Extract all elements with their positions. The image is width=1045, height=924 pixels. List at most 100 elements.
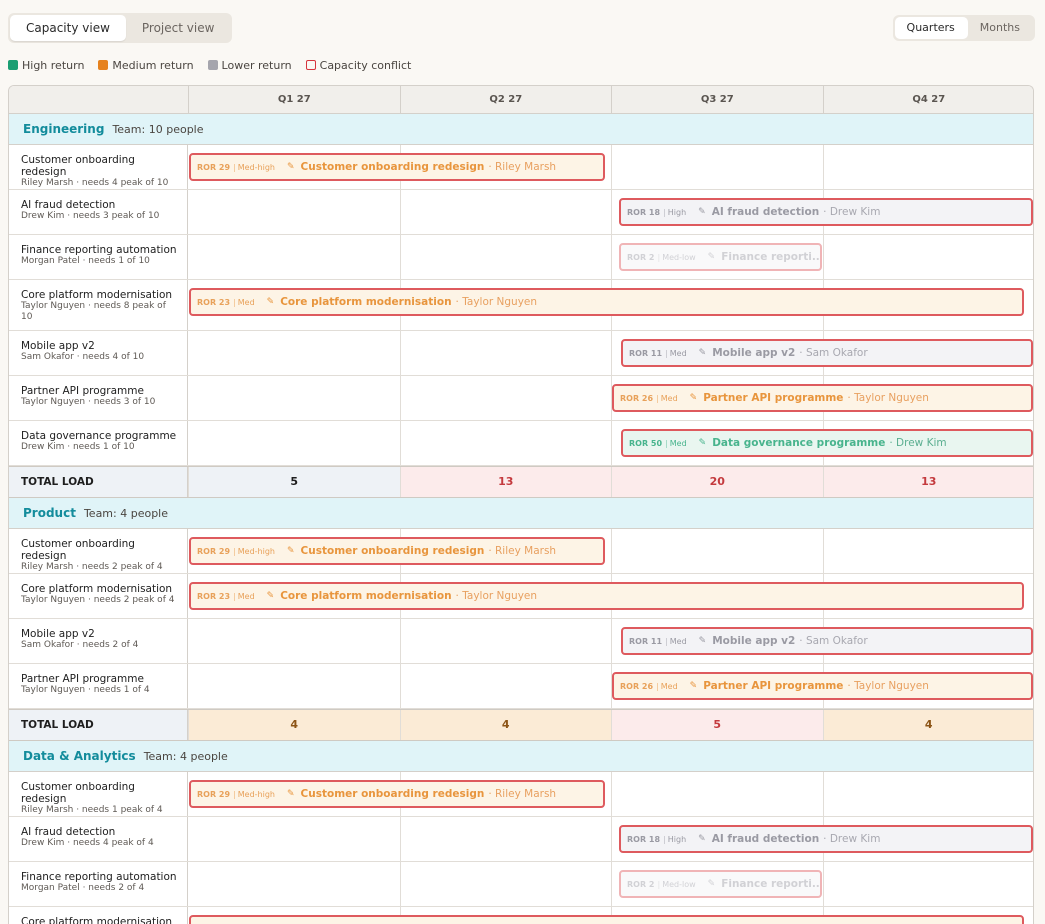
ror-value: ROR 11 [629,636,663,646]
project-bar[interactable]: ROR 23 | Med ✎ Core platform modernisation · … [189,582,1024,610]
separator: | [657,879,661,889]
pencil-icon[interactable]: ✎ [699,438,707,448]
project-bar[interactable]: ROR 11 | Med ✎ Mobile app v2 · Sam Okafor [621,627,1033,655]
bar-title: Customer onboarding redesign [300,161,485,173]
project-bar[interactable]: ROR 29 | Med-high ✎ Customer onboarding rede… [189,780,605,808]
toolbar: Capacity view Project view Quarters Mont… [8,13,1035,43]
pencil-icon[interactable]: ✎ [690,393,698,403]
cell-divider [611,421,612,465]
bar-title: Mobile app v2 [712,635,796,647]
table-row: Mobile app v2 Sam Okafor · needs 4 of 10 R… [9,331,1033,376]
row-label: AI fraud detection Drew Kim · needs 3 pea… [9,190,188,234]
scale-quarters-button[interactable]: Quarters [894,17,968,39]
separator: | [665,348,668,358]
project-subtitle: Taylor Nguyen · needs 8 peak of 10 [21,301,166,322]
project-subtitle: Morgan Patel · needs 2 of 4 [21,883,145,893]
project-bar[interactable]: ROR 2 | Med-low ✎ Finance reporti... [619,243,822,271]
project-bar[interactable]: ROR 18 | High ✎ AI fraud detection · Drew Kim [619,198,1033,226]
row-label: Finance reporting automation Morgan Patel… [9,862,188,906]
legend-label: Lower return [221,58,292,72]
project-bar[interactable]: ROR 11 | Med ✎ Mobile app v2 · Sam Okafor [621,339,1033,367]
pencil-icon[interactable]: ✎ [267,591,275,601]
separator: | [665,438,668,448]
project-subtitle: Taylor Nguyen · needs 3 of 10 [21,397,156,407]
project-bar[interactable]: ROR 26 | Med ✎ Partner API programme · Taylor… [612,384,1033,412]
pencil-icon[interactable]: ✎ [287,546,295,556]
project-bar[interactable]: ROR 26 | Med ✎ Partner API programme · Taylor… [612,672,1033,700]
cell-divider [611,190,612,234]
project-subtitle: Sam Okafor · needs 2 of 4 [21,640,139,650]
table-row: Customer onboarding redesign Riley Marsh … [9,772,1033,817]
project-subtitle: Drew Kim · needs 4 peak of 4 [21,838,154,848]
pencil-icon[interactable]: ✎ [698,834,706,844]
project-bar[interactable]: ROR 50 | Med ✎ Data governance programme · Dr… [621,429,1033,457]
total-load-label: TOTAL LOAD [9,467,188,497]
team-name: Product [23,506,76,520]
total-load-row: TOTAL LOAD 4 4 5 4 [9,709,1033,741]
pencil-icon[interactable]: ✎ [287,789,295,799]
bar-owner: · Drew Kim [823,206,881,218]
legend-item-high: High return [8,59,84,72]
column-header-4: Q4 27 [822,86,1034,114]
pencil-icon[interactable]: ✎ [699,348,707,358]
return-level: Med [237,297,255,307]
project-bar[interactable] [189,915,1024,924]
project-bar[interactable]: ROR 29 | Med-high ✎ Customer onboarding rede… [189,537,605,565]
project-bar[interactable]: ROR 29 | Med-high ✎ Customer onboarding rede… [189,153,605,181]
total-load-value: 20 [611,467,823,497]
row-label: AI fraud detection Drew Kim · needs 4 pea… [9,817,188,861]
table-row: Finance reporting automation Morgan Patel… [9,862,1033,907]
column-header-1: Q1 27 [188,86,400,114]
bar-title: Finance reporti... [721,251,822,263]
project-name: Core platform modernisation [21,916,173,924]
project-subtitle: Morgan Patel · needs 1 of 10 [21,256,150,266]
column-header-2: Q2 27 [399,86,612,114]
scale-months-button[interactable]: Months [968,17,1033,39]
total-load-value: 4 [188,710,400,740]
cell-divider [399,235,401,279]
cell-divider [611,619,612,663]
bar-owner: · Taylor Nguyen [455,590,538,602]
tab-capacity-view[interactable]: Capacity view [10,15,126,41]
table-row: Core platform modernisation [9,907,1033,924]
cell-divider [611,529,612,573]
pencil-icon[interactable]: ✎ [698,207,706,217]
project-subtitle: Drew Kim · needs 1 of 10 [21,442,135,452]
cell-divider [611,331,612,375]
row-label: Data governance programme Drew Kim · need… [9,421,188,465]
total-load-value: 13 [399,467,611,497]
separator: | [233,297,236,307]
ror-value: ROR 23 [197,591,231,601]
pencil-icon[interactable]: ✎ [287,162,295,172]
pencil-icon[interactable]: ✎ [267,297,275,307]
return-level: Med [669,636,687,646]
project-name: Core platform modernisation [21,583,173,595]
pencil-icon[interactable]: ✎ [699,636,707,646]
project-name: AI fraud detection [21,199,116,211]
pencil-icon[interactable]: ✎ [708,252,716,262]
pencil-icon[interactable]: ✎ [708,879,716,889]
pencil-icon[interactable]: ✎ [690,681,698,691]
project-name: Data governance programme [21,430,177,442]
project-subtitle: Riley Marsh · needs 1 peak of 4 [21,805,163,815]
return-level: Med-high [237,546,275,556]
ror-value: ROR 29 [197,162,231,172]
capacity-conflict-swatch [305,60,316,70]
project-name: Customer onboarding redesign [21,538,135,562]
cell-divider [399,619,401,663]
cell-divider [822,529,824,573]
cell-divider [399,421,401,465]
return-level: Med-high [237,789,275,799]
project-subtitle: Sam Okafor · needs 4 of 10 [21,352,145,362]
project-bar[interactable]: ROR 23 | Med ✎ Core platform modernisation · … [189,288,1024,316]
table-row: Finance reporting automation Morgan Patel… [9,235,1033,280]
project-bar[interactable]: ROR 18 | High ✎ AI fraud detection · Drew Kim [619,825,1033,853]
bar-title: Core platform modernisation [280,296,452,308]
ror-value: ROR 18 [627,207,661,217]
cell-divider [399,817,401,861]
bar-title: AI fraud detection [711,833,820,845]
separator: | [665,636,668,646]
project-bar[interactable]: ROR 2 | Med-low ✎ Finance reporti... [619,870,822,898]
tab-project-view[interactable]: Project view [126,15,231,41]
total-load-value: 4 [822,710,1033,740]
